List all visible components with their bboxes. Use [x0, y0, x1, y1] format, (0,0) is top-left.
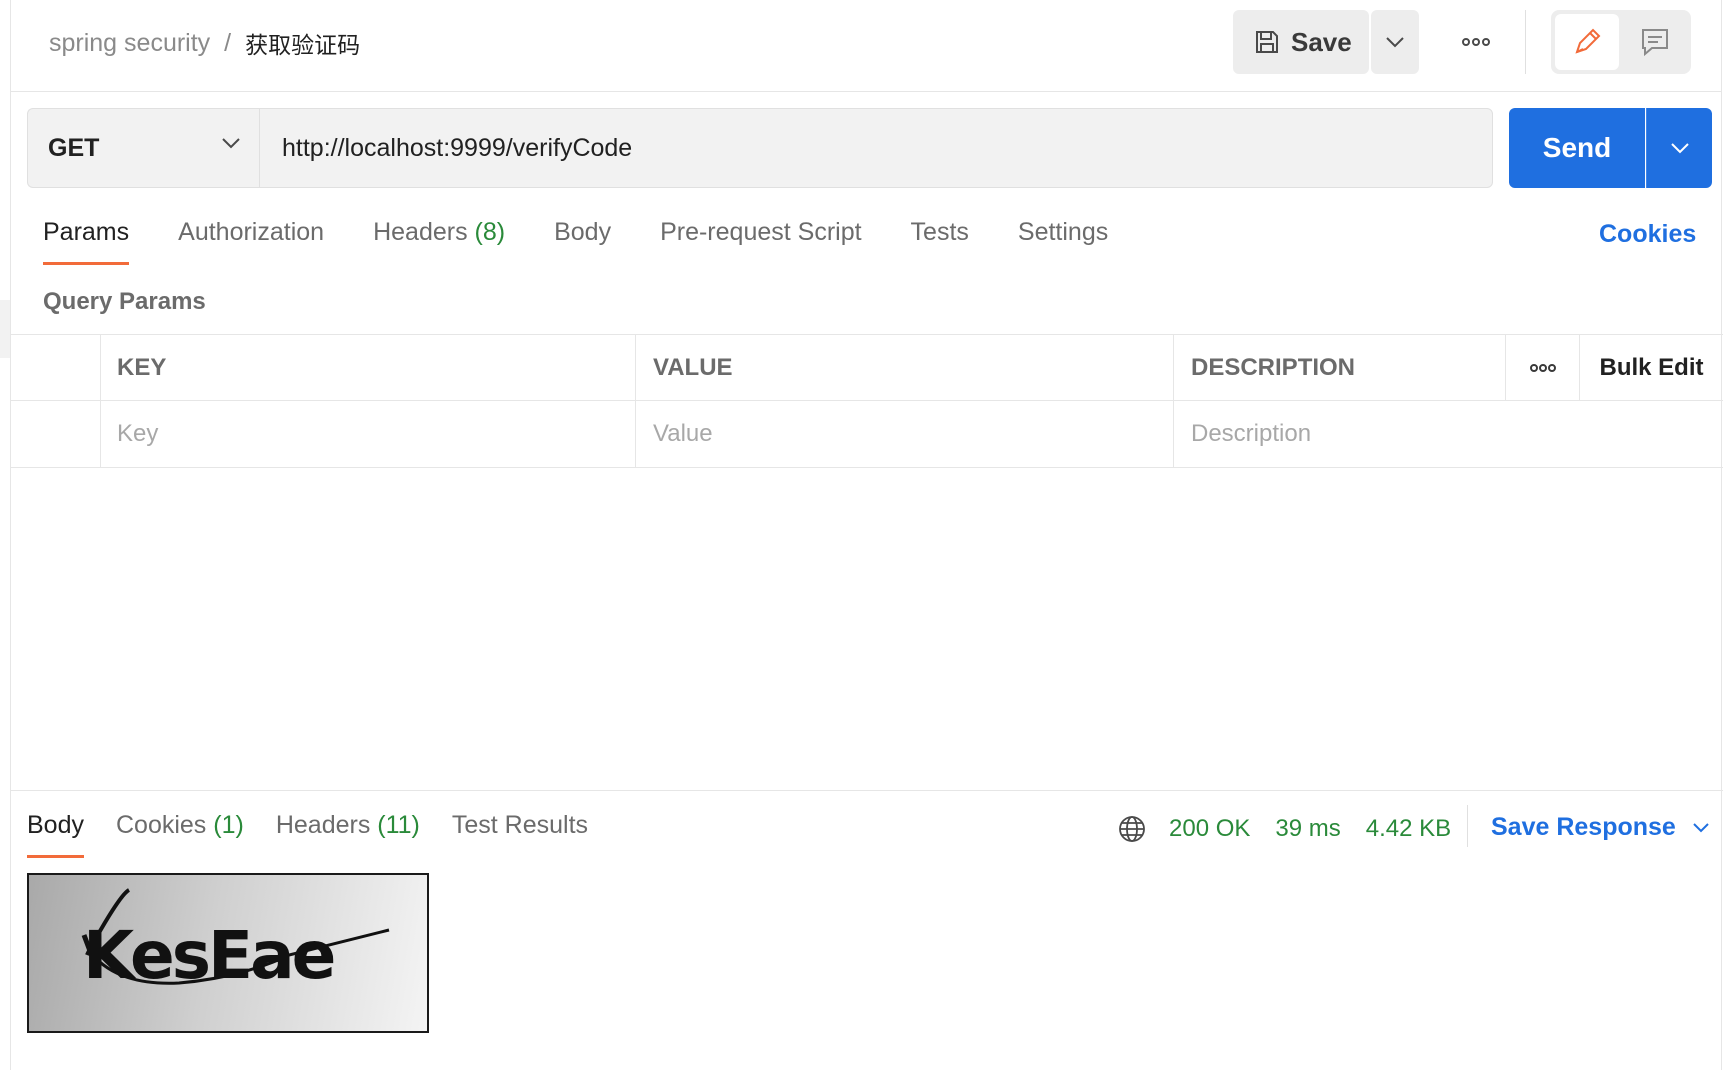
- view-mode-toggle: [1551, 10, 1691, 74]
- save-response-button[interactable]: Save Response: [1491, 813, 1710, 842]
- column-key: KEY: [100, 335, 635, 400]
- divider: [1467, 805, 1468, 847]
- chevron-down-icon: [1670, 143, 1689, 154]
- save-label: Save: [1291, 26, 1352, 57]
- comments-button[interactable]: [1623, 14, 1687, 70]
- param-key-input[interactable]: Key: [100, 401, 635, 467]
- response-pane: Body Cookies (1) Headers (11) Test Resul…: [11, 790, 1723, 1070]
- breadcrumb-collection[interactable]: spring security: [49, 29, 210, 58]
- param-description-input[interactable]: Description: [1173, 401, 1723, 467]
- method-selector[interactable]: GET: [27, 108, 259, 188]
- response-time[interactable]: 39 ms: [1275, 815, 1340, 843]
- save-response-label: Save Response: [1491, 813, 1676, 841]
- captcha-image: KesEae: [27, 873, 429, 1033]
- send-options-button[interactable]: [1646, 108, 1712, 188]
- captcha-text: KesEae: [83, 917, 334, 994]
- tab-headers-label: Headers: [373, 218, 468, 246]
- cookies-link[interactable]: Cookies: [1599, 220, 1696, 249]
- bulk-edit-button[interactable]: Bulk Edit: [1579, 335, 1723, 400]
- tab-authorization[interactable]: Authorization: [178, 218, 324, 268]
- request-workspace: spring security / 获取验证码 Save GET http://…: [10, 0, 1723, 1070]
- breadcrumb-separator: /: [224, 28, 232, 57]
- param-value-input[interactable]: Value: [635, 401, 1173, 467]
- response-tabs: Body Cookies (1) Headers (11) Test Resul…: [27, 811, 620, 859]
- edit-mode-button[interactable]: [1555, 14, 1619, 70]
- request-tabs: Params Authorization Headers (8) Body Pr…: [43, 218, 1157, 268]
- method-label: GET: [48, 133, 100, 162]
- response-size[interactable]: 4.42 KB: [1366, 815, 1451, 843]
- pencil-icon: [1575, 28, 1601, 54]
- chevron-down-icon: [1693, 823, 1709, 833]
- response-tab-test-results[interactable]: Test Results: [452, 811, 588, 859]
- tab-body[interactable]: Body: [554, 218, 611, 268]
- query-params-title: Query Params: [43, 288, 206, 315]
- tab-tests[interactable]: Tests: [911, 218, 969, 268]
- more-icon: [1529, 363, 1556, 372]
- request-header: spring security / 获取验证码 Save: [11, 0, 1721, 92]
- globe-icon: [1119, 816, 1145, 842]
- network-info-button[interactable]: [1117, 814, 1147, 844]
- column-value: VALUE: [635, 335, 1173, 400]
- response-tab-cookies-count: (1): [213, 811, 244, 839]
- breadcrumb: spring security / 获取验证码: [49, 26, 360, 60]
- response-tab-body[interactable]: Body: [27, 811, 84, 859]
- status-code[interactable]: 200 OK: [1169, 815, 1250, 843]
- save-options-button[interactable]: [1371, 10, 1419, 74]
- url-input[interactable]: http://localhost:9999/verifyCode: [259, 108, 1493, 188]
- column-options-button[interactable]: [1505, 335, 1579, 400]
- response-meta: 200 OK 39 ms 4.42 KB: [1117, 807, 1451, 851]
- response-tab-cookies[interactable]: Cookies (1): [116, 811, 244, 859]
- column-description: DESCRIPTION: [1173, 335, 1505, 400]
- chevron-down-icon: [222, 138, 240, 149]
- sidebar-edge: [0, 300, 10, 358]
- divider: [1525, 10, 1526, 74]
- response-tab-headers-label: Headers: [275, 811, 371, 839]
- tab-headers[interactable]: Headers (8): [373, 218, 505, 268]
- response-tab-headers[interactable]: Headers (11): [276, 811, 420, 859]
- captcha-noise: KesEae: [81, 888, 390, 994]
- more-actions-button[interactable]: [1451, 24, 1501, 60]
- comment-icon: [1642, 29, 1668, 57]
- more-icon: [1462, 38, 1490, 46]
- response-tab-headers-count: (11): [377, 811, 420, 839]
- chevron-down-icon: [1386, 37, 1404, 48]
- params-table: KEY VALUE DESCRIPTION Bulk Edit Key Valu…: [11, 334, 1723, 468]
- tab-settings[interactable]: Settings: [1018, 218, 1108, 268]
- tab-headers-count: (8): [474, 218, 506, 246]
- response-tab-cookies-label: Cookies: [115, 811, 207, 839]
- table-header-row: KEY VALUE DESCRIPTION Bulk Edit: [11, 335, 1723, 401]
- tab-params[interactable]: Params: [43, 218, 130, 268]
- save-icon: [1256, 31, 1278, 53]
- save-button[interactable]: Save: [1233, 10, 1369, 74]
- tab-prerequest-script[interactable]: Pre-request Script: [660, 218, 861, 268]
- request-name[interactable]: 获取验证码: [245, 26, 360, 60]
- table-row: Key Value Description: [11, 401, 1723, 467]
- send-button[interactable]: Send: [1509, 108, 1645, 188]
